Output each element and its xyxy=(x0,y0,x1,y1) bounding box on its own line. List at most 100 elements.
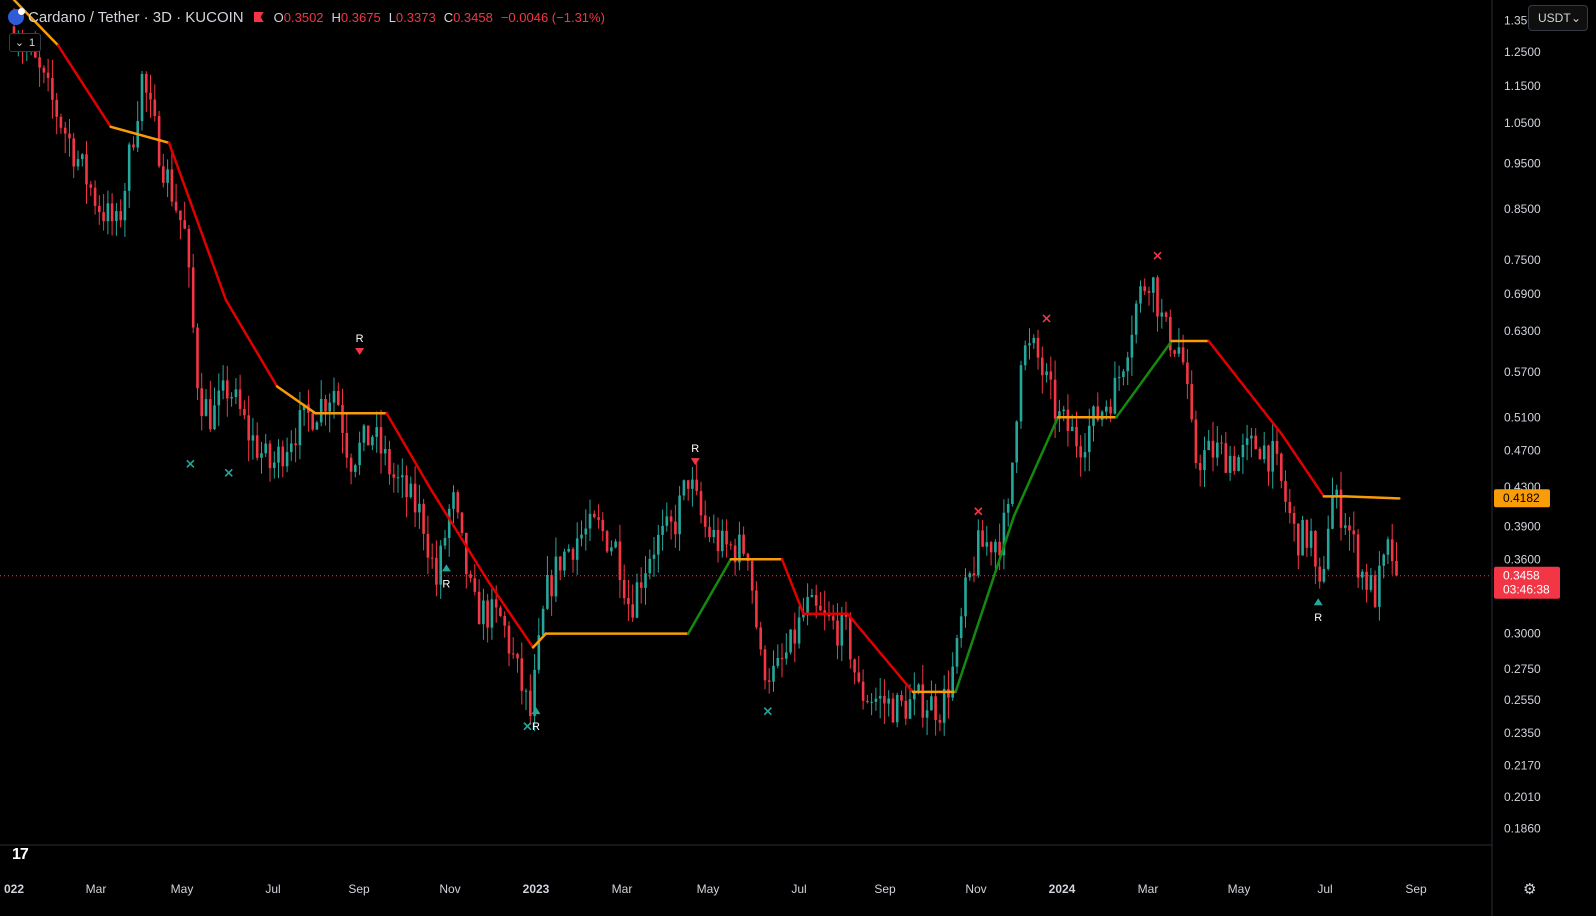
candle-body xyxy=(908,699,912,719)
candle-body xyxy=(230,397,233,399)
time-tick-label: May xyxy=(171,882,194,896)
flag-icon[interactable] xyxy=(253,12,264,22)
candle-body xyxy=(1386,539,1390,555)
candle-body xyxy=(887,698,890,704)
candle-body xyxy=(1207,440,1210,451)
candle-body xyxy=(742,534,745,554)
candle-body xyxy=(721,530,724,552)
time-tick-label: Jul xyxy=(1317,882,1332,896)
candle-body xyxy=(477,591,481,625)
candle-body xyxy=(904,700,908,719)
candle-body xyxy=(430,557,434,559)
candle-body xyxy=(1152,277,1155,293)
candle-body xyxy=(1006,504,1010,513)
candle-body xyxy=(119,211,122,221)
high-value: 0.3675 xyxy=(340,9,381,25)
candle-body xyxy=(1028,343,1031,346)
price-chart[interactable]: RRRRR1.35001.25001.15001.05000.95000.850… xyxy=(0,0,1596,916)
candle-body xyxy=(213,405,216,430)
candle-body xyxy=(921,684,925,718)
candle-body xyxy=(584,528,588,535)
low-label: L xyxy=(388,9,396,25)
price-tick-label: 1.0500 xyxy=(1504,116,1541,130)
candle-body xyxy=(857,672,861,682)
candle-body xyxy=(1318,566,1321,582)
candle-body xyxy=(1036,337,1040,358)
candle-body xyxy=(418,503,421,513)
candle-body xyxy=(226,380,229,399)
candle-body xyxy=(456,492,460,513)
candle-body xyxy=(759,627,762,650)
candle-body xyxy=(793,629,797,644)
time-tick-label: 2024 xyxy=(1049,882,1076,896)
price-tick-label: 0.1860 xyxy=(1504,822,1541,836)
candle-body xyxy=(46,72,50,78)
candle-body xyxy=(797,617,801,644)
candle-body xyxy=(580,534,583,539)
candle-body xyxy=(183,220,186,229)
candle-body xyxy=(1348,525,1351,531)
tradingview-logo[interactable]: 17 xyxy=(12,846,29,864)
close-value: 0.3458 xyxy=(453,9,493,25)
candle-body xyxy=(247,415,250,441)
candle-body xyxy=(520,658,524,691)
candle-body xyxy=(627,598,630,605)
candle-body xyxy=(674,521,677,535)
candle-body xyxy=(311,412,314,430)
candle-body xyxy=(575,538,579,560)
candle-body xyxy=(1113,377,1117,414)
candle-body xyxy=(729,544,733,546)
time-tick-label: Sep xyxy=(1405,882,1427,896)
gear-icon[interactable]: ⚙ xyxy=(1523,880,1536,898)
candle-body xyxy=(1245,438,1249,445)
candle-body xyxy=(452,492,455,509)
indicators-toggle[interactable]: ⌄ 1 xyxy=(9,33,41,52)
candle-body xyxy=(486,600,489,628)
candle-body xyxy=(447,508,451,538)
candle-body xyxy=(524,690,528,692)
candle-body xyxy=(1382,554,1385,566)
candle-body xyxy=(900,695,903,701)
candle-body xyxy=(337,391,340,405)
candle-body xyxy=(631,604,634,618)
candle-body xyxy=(1139,286,1142,304)
candle-body xyxy=(1352,530,1356,535)
time-tick-label: Sep xyxy=(874,882,896,896)
candle-body xyxy=(597,517,600,520)
candle-body xyxy=(1100,411,1104,421)
candle-body xyxy=(166,169,169,183)
price-tick-label: 1.1500 xyxy=(1504,79,1541,93)
candle-body xyxy=(1361,571,1364,578)
candle-body xyxy=(1395,561,1398,576)
candle-body xyxy=(332,391,336,403)
candle-body xyxy=(1164,312,1168,317)
currency-selector[interactable]: USDT ⌄ xyxy=(1528,5,1588,31)
candle-body xyxy=(1143,286,1146,292)
candle-body xyxy=(972,573,976,576)
candle-body xyxy=(994,541,997,553)
candle-body xyxy=(1011,462,1014,504)
candle-body xyxy=(238,389,242,409)
candle-body xyxy=(1216,442,1219,458)
candle-body xyxy=(354,465,357,472)
candle-body xyxy=(319,399,323,423)
candle-body xyxy=(1211,440,1215,458)
candle-body xyxy=(413,483,417,513)
candle-body xyxy=(268,443,272,469)
symbol-title[interactable]: Cardano / Tether · 3D · KUCOIN xyxy=(28,9,244,26)
candle-body xyxy=(349,457,353,472)
candle-body xyxy=(1041,357,1044,376)
candle-body xyxy=(1390,539,1394,562)
candle-body xyxy=(529,690,532,717)
candle-body xyxy=(985,542,989,547)
candle-body xyxy=(379,427,383,454)
candle-body xyxy=(550,575,553,597)
candle-body xyxy=(396,477,400,479)
candle-body xyxy=(930,696,933,711)
price-tick-label: 0.2170 xyxy=(1504,759,1541,773)
change-value: −0.0046 (−1.31%) xyxy=(500,9,605,25)
candle-body xyxy=(281,446,285,467)
chevron-down-icon: ⌄ xyxy=(1570,11,1581,25)
candle-body xyxy=(1117,377,1121,379)
candle-body xyxy=(426,533,430,558)
